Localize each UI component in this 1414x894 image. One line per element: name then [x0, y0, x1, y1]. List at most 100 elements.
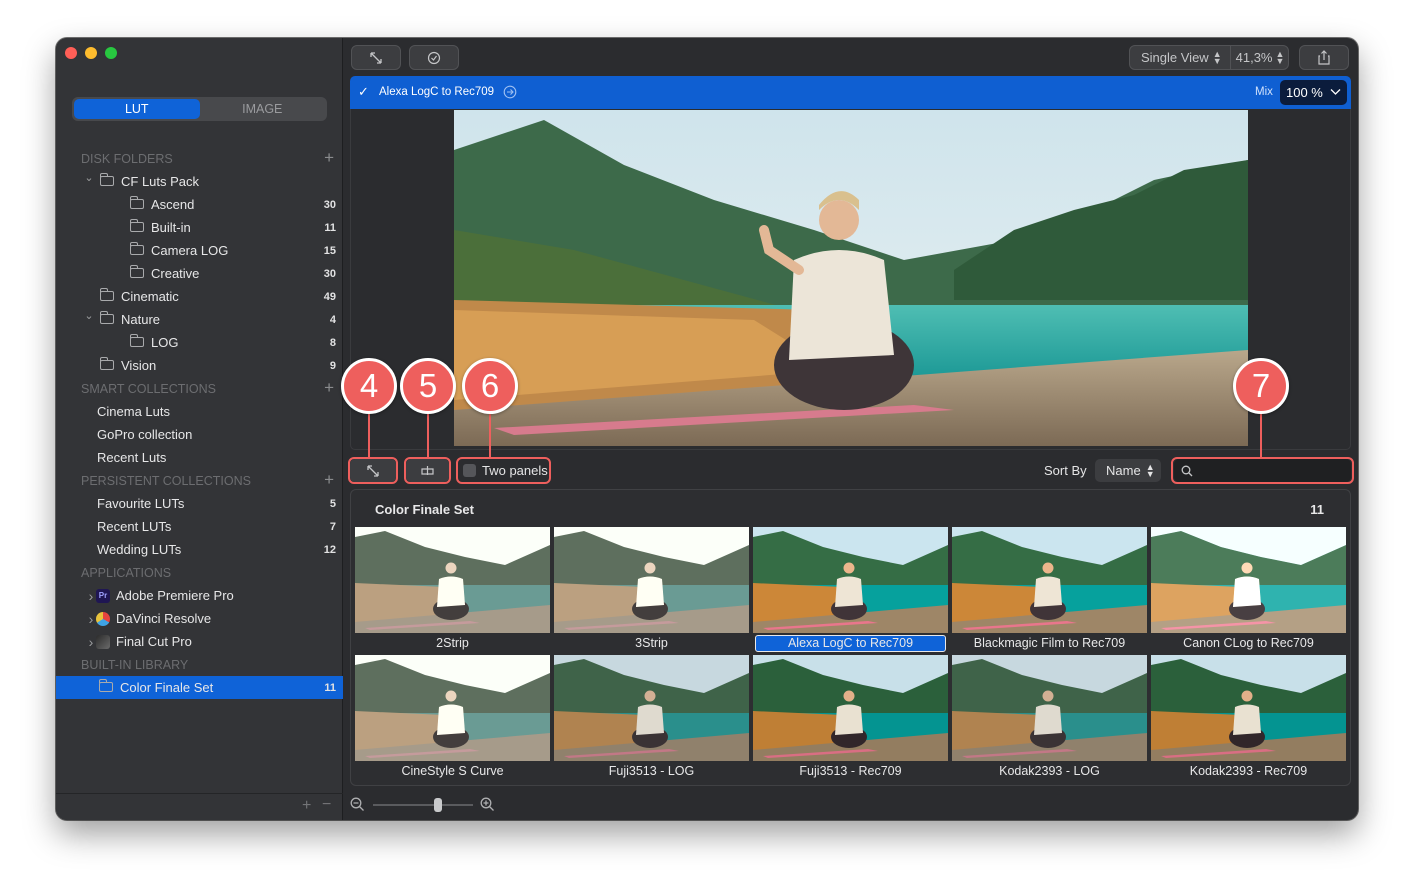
- main-area: Single View ▲ ▼ 41,3% ▲ ▼ ✓ Alexa LogC to …: [341, 38, 1358, 820]
- lut-thumbnail-item[interactable]: Fuji3513 - Rec709: [753, 655, 948, 781]
- section-header-label: DISK FOLDERS: [81, 151, 173, 166]
- lut-thumbnail-item[interactable]: Blackmagic Film to Rec709: [952, 527, 1147, 653]
- persistent-collection-item[interactable]: Wedding LUTs 12: [56, 538, 343, 561]
- sort-value: Name: [1106, 463, 1141, 478]
- chevron-down-icon: [1330, 89, 1341, 95]
- folder-count: 15: [323, 244, 336, 257]
- lut-thumbnail-item[interactable]: Fuji3513 - LOG: [554, 655, 749, 781]
- lut-thumbnail-image: [753, 655, 948, 761]
- thumbnail-zoom-bar: [344, 790, 1358, 820]
- chevron-right-icon[interactable]: ›: [86, 611, 96, 627]
- lut-thumbnail-label: Kodak2393 - LOG: [999, 764, 1100, 778]
- sort-select[interactable]: Name ▲ ▼: [1095, 459, 1161, 482]
- smart-collection-item[interactable]: GoPro collection: [56, 423, 343, 446]
- mix-select[interactable]: 100 %: [1280, 80, 1347, 105]
- remove-item-button[interactable]: −: [322, 796, 331, 814]
- chevron-right-icon[interactable]: ›: [86, 634, 96, 650]
- folder-item-vision[interactable]: Vision 9: [56, 354, 343, 377]
- compare-button[interactable]: [409, 45, 459, 70]
- folder-icon: [99, 678, 113, 692]
- folder-item-creative[interactable]: Creative 30: [56, 262, 343, 285]
- folder-count: 49: [323, 290, 336, 303]
- lut-enabled-checkbox[interactable]: ✓: [358, 84, 369, 100]
- collection-label: Recent LUTs: [97, 519, 172, 534]
- folder-count: 30: [323, 267, 336, 280]
- folder-item-cinematic[interactable]: Cinematic 49: [56, 285, 343, 308]
- arrow-circle-icon[interactable]: [503, 85, 517, 99]
- callout-badge-5: 5: [400, 358, 456, 414]
- yoga-lake-photo: [454, 110, 1248, 446]
- smart-collection-item[interactable]: Cinema Luts: [56, 400, 343, 423]
- add-item-button[interactable]: +: [302, 797, 311, 815]
- persistent-collection-item[interactable]: Favourite LUTs 5: [56, 492, 343, 515]
- app-item-adobe-premiere-pro[interactable]: › Pr Adobe Premiere Pro: [56, 584, 343, 607]
- lut-thumbnail-item[interactable]: 3Strip: [554, 527, 749, 653]
- library-tree: DISK FOLDERS + ⌄ CF Luts Pack Ascend 30 Built-…: [56, 147, 343, 699]
- zoom-slider-thumb[interactable]: [434, 798, 442, 812]
- section-header-label: BUILT-IN LIBRARY: [81, 657, 189, 672]
- folder-item-log[interactable]: LOG 8: [56, 331, 343, 354]
- lut-thumbnail-item[interactable]: Kodak2393 - Rec709: [1151, 655, 1346, 781]
- mode-image-tab[interactable]: IMAGE: [200, 99, 326, 119]
- zoom-slider-track[interactable]: [373, 804, 473, 806]
- collection-count: 12: [323, 543, 336, 556]
- chevron-down-icon[interactable]: ⌄: [84, 309, 94, 322]
- lut-grid: 2Strip 3Strip Alexa LogC to Rec709 Blackmag…: [355, 527, 1346, 781]
- minimize-window-button[interactable]: [85, 47, 97, 59]
- app-item-final-cut-pro[interactable]: › Final Cut Pro: [56, 630, 343, 653]
- app-item-davinci-resolve[interactable]: › DaVinci Resolve: [56, 607, 343, 630]
- folder-label: Creative: [151, 266, 200, 281]
- mode-lut-tab[interactable]: LUT: [74, 99, 200, 119]
- folder-item-built-in[interactable]: Built-in 11: [56, 216, 343, 239]
- fit-screen-button[interactable]: [351, 45, 401, 70]
- section-header-applications: APPLICATIONS: [56, 561, 343, 584]
- premiere-pro-icon: Pr: [96, 588, 110, 603]
- folder-item-camera-log[interactable]: Camera LOG 15: [56, 239, 343, 262]
- add-smart-collections-button[interactable]: +: [324, 379, 334, 397]
- active-lut-name: Alexa LogC to Rec709: [379, 86, 495, 98]
- lut-thumbnail-item[interactable]: Alexa LogC to Rec709: [753, 527, 948, 653]
- folder-label: Cinematic: [121, 289, 179, 304]
- chevron-right-icon[interactable]: ›: [86, 588, 96, 604]
- section-header-built-in-library: BUILT-IN LIBRARY: [56, 653, 343, 676]
- smart-collection-item[interactable]: Recent Luts: [56, 446, 343, 469]
- app-label: Adobe Premiere Pro: [116, 588, 234, 603]
- persistent-collection-item[interactable]: Recent LUTs 7: [56, 515, 343, 538]
- folder-item-nature[interactable]: ⌄ Nature 4: [56, 308, 343, 331]
- zoom-in-icon[interactable]: [480, 797, 495, 812]
- chevron-down-icon[interactable]: ⌄: [84, 171, 94, 184]
- zoom-select[interactable]: 41,3%: [1236, 50, 1273, 65]
- lut-thumbnail-label: Alexa LogC to Rec709: [755, 635, 946, 652]
- lut-thumbnail-item[interactable]: Canon CLog to Rec709: [1151, 527, 1346, 653]
- add-disk-folders-button[interactable]: +: [324, 149, 334, 167]
- active-lut-bar: ✓ Alexa LogC to Rec709 Mix 100 %: [350, 76, 1351, 109]
- folder-icon: [130, 195, 144, 209]
- lut-thumbnail-label: 3Strip: [635, 636, 668, 650]
- lut-thumbnail-label: Kodak2393 - Rec709: [1189, 764, 1308, 778]
- share-button[interactable]: [1299, 45, 1349, 70]
- close-window-button[interactable]: [65, 47, 77, 59]
- folder-count: 30: [323, 198, 336, 211]
- compare-icon: [427, 51, 441, 64]
- view-controls: Single View ▲ ▼ 41,3% ▲ ▼: [1129, 45, 1289, 70]
- fit-screen-icon: [370, 51, 382, 64]
- folder-label: Vision: [121, 358, 157, 373]
- folder-item-ascend[interactable]: Ascend 30: [56, 193, 343, 216]
- folder-item-cf-luts-pack[interactable]: ⌄ CF Luts Pack: [56, 170, 343, 193]
- lut-gallery: Color Finale Set 11 2Strip 3Strip Alexa Lo…: [350, 489, 1351, 786]
- folder-label: LOG: [151, 335, 179, 350]
- share-icon: [1318, 50, 1330, 65]
- library-item-color-finale-set[interactable]: Color Finale Set 11: [56, 676, 343, 699]
- zoom-out-icon[interactable]: [350, 797, 365, 812]
- lut-thumbnail-label: Canon CLog to Rec709: [1183, 636, 1314, 650]
- folder-icon: [130, 218, 144, 232]
- lut-thumbnail-item[interactable]: 2Strip: [355, 527, 550, 653]
- add-persistent-collections-button[interactable]: +: [324, 471, 334, 489]
- zoom-window-button[interactable]: [105, 47, 117, 59]
- lut-thumbnail-item[interactable]: CineStyle S Curve: [355, 655, 550, 781]
- lut-thumbnail-item[interactable]: Kodak2393 - LOG: [952, 655, 1147, 781]
- view-mode-select[interactable]: Single View: [1130, 50, 1209, 65]
- section-header-label: APPLICATIONS: [81, 565, 172, 580]
- lut-thumbnail-image: [554, 655, 749, 761]
- gallery-title: Color Finale Set: [375, 502, 474, 517]
